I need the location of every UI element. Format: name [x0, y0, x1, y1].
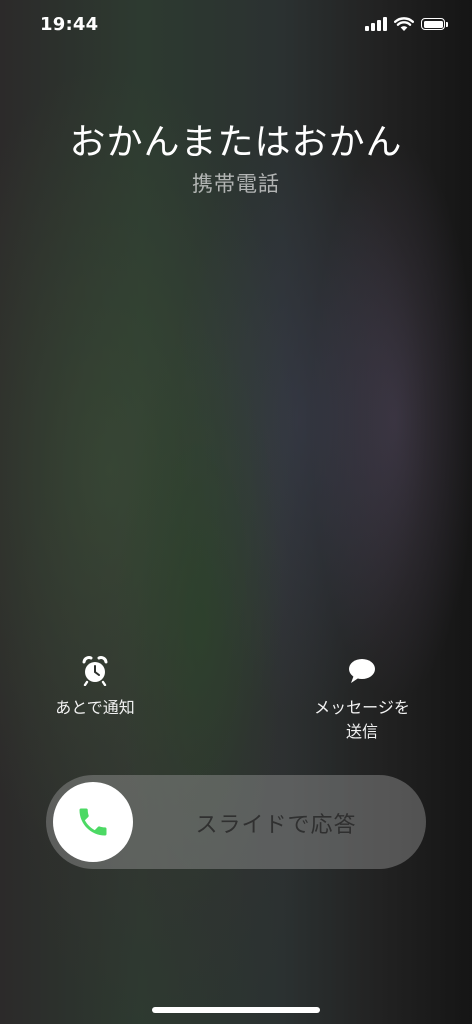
- wifi-icon: [394, 16, 414, 31]
- cellular-signal-icon: [365, 17, 387, 31]
- phone-icon: [79, 808, 107, 836]
- caller-number-label: 携帯電話: [192, 172, 280, 196]
- speech-bubble-icon: [349, 659, 375, 683]
- battery-icon: [421, 18, 445, 30]
- alarm-clock-icon: [82, 656, 108, 686]
- send-message-label: メッセージを 送信: [314, 698, 410, 741]
- status-time: 19:44: [40, 14, 99, 35]
- status-bar: 19:44: [0, 0, 472, 50]
- slide-to-answer-label: スライドで応答: [195, 813, 357, 838]
- remind-me-later-button[interactable]: あとで通知: [35, 656, 155, 720]
- home-indicator[interactable]: [152, 1007, 320, 1013]
- remind-me-later-label: あとで通知: [55, 698, 135, 717]
- caller-name: おかんまたはおかん: [69, 122, 403, 163]
- send-message-button[interactable]: メッセージを 送信: [300, 656, 424, 744]
- answer-knob[interactable]: [53, 782, 133, 862]
- status-icons: [365, 16, 448, 32]
- slide-to-answer-slider[interactable]: スライドで応答: [46, 775, 426, 869]
